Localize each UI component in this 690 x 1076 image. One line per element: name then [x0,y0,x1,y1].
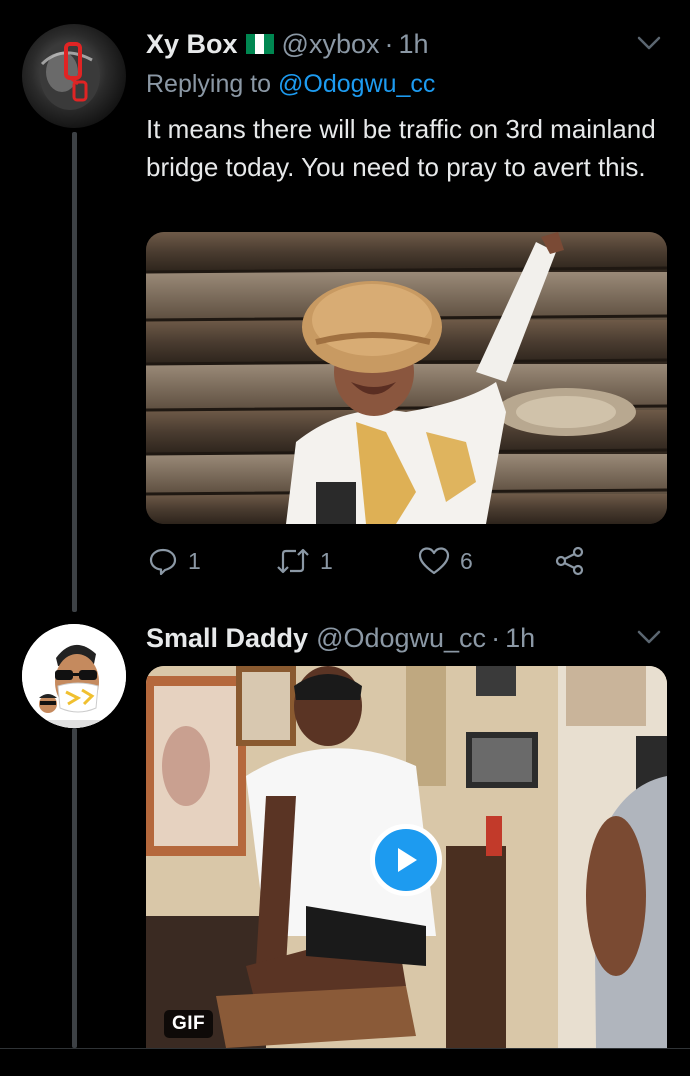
reply-icon [149,548,177,576]
replying-to-line: Replying to @Odogwu_cc [146,68,435,100]
user-handle[interactable]: @Odogwu_cc [316,622,486,654]
tweet-header: Small Daddy @Odogwu_cc · 1h [146,622,535,654]
retweet-action[interactable]: 1 [276,546,333,576]
tweet-text: It means there will be traffic on 3rd ma… [146,114,656,182]
share-icon [555,546,584,576]
thread-connector-line [72,132,77,612]
display-name[interactable]: Small Daddy [146,622,308,654]
display-name[interactable]: Xy Box [146,28,238,60]
tweet-thread: Xy Box @xybox · 1h Replying to @Odogwu_c… [0,0,690,1076]
avatar-image [22,24,126,128]
separator-dot: · [491,623,501,653]
separator-dot: · [384,29,394,59]
reply-action[interactable]: 1 [148,546,201,576]
avatar-image [22,624,126,728]
like-action[interactable]: 6 [418,546,473,576]
tweet-actions: 1 1 6 [146,546,596,582]
retweet-count: 1 [320,547,333,574]
replying-to-label: Replying to [146,70,272,98]
retweet-icon [277,548,309,574]
tweet-timestamp[interactable]: 1h [399,28,429,60]
avatar[interactable] [22,24,126,128]
user-handle[interactable]: @xybox [282,28,380,60]
nigeria-flag-icon [245,34,274,54]
heart-icon [418,547,450,575]
thread-connector-line [72,728,77,1048]
reply-mention-link[interactable]: @Odogwu_cc [278,70,435,98]
like-count: 6 [460,547,473,574]
chevron-down-icon[interactable] [636,30,662,56]
divider [0,1048,690,1049]
play-button[interactable] [370,824,442,896]
play-icon [398,848,417,872]
gif-badge: GIF [164,1010,214,1038]
avatar[interactable] [22,624,126,728]
chevron-down-icon[interactable] [636,624,662,650]
reply-count: 1 [188,547,201,574]
share-action[interactable] [554,546,586,576]
tweet-photo[interactable] [146,232,667,524]
tweet-header: Xy Box @xybox · 1h [146,28,429,60]
tweet-timestamp[interactable]: 1h [505,622,535,654]
tweet-gif[interactable]: GIF [146,666,667,1048]
photo-image [146,232,667,524]
